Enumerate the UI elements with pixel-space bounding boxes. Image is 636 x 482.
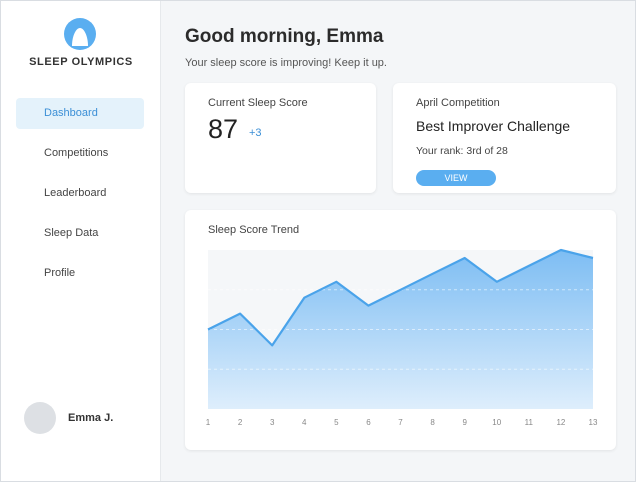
competition-rank: Your rank: 3rd of 28	[416, 145, 508, 157]
app-window: SLEEP OLYMPICS Dashboard Competitions Le…	[0, 0, 636, 482]
sidebar: SLEEP OLYMPICS Dashboard Competitions Le…	[1, 1, 161, 481]
score-delta: +3	[249, 127, 262, 139]
competition-title: Best Improver Challenge	[416, 118, 571, 134]
sidebar-item-leaderboard[interactable]: Leaderboard	[16, 178, 144, 209]
x-tick-label-1: 1	[206, 418, 211, 427]
x-tick-label-5: 5	[334, 418, 339, 427]
score-label: Current Sleep Score	[208, 97, 308, 109]
sidebar-item-sleep-data[interactable]: Sleep Data	[16, 218, 144, 249]
x-tick-label-8: 8	[430, 418, 435, 427]
page-subtitle: Your sleep score is improving! Keep it u…	[185, 57, 387, 69]
sidebar-item-dashboard[interactable]: Dashboard	[16, 98, 144, 129]
current-score-card: Current Sleep Score 87 +3	[185, 83, 376, 193]
competition-label: April Competition	[416, 97, 500, 109]
x-tick-label-11: 11	[525, 418, 534, 427]
x-tick-label-12: 12	[556, 418, 565, 427]
x-tick-label-9: 9	[462, 418, 467, 427]
view-button[interactable]: VIEW	[416, 170, 496, 186]
user-name: Emma J.	[68, 412, 114, 424]
score-value: 87	[208, 114, 239, 144]
x-tick-label-2: 2	[238, 418, 243, 427]
sidebar-nav: Dashboard Competitions Leaderboard Sleep…	[16, 98, 144, 298]
x-tick-label-13: 13	[589, 418, 598, 427]
sleep-trend-chart: 1 2 3 4 5 6 7 8 9 10 11 12 13	[206, 248, 598, 427]
sidebar-item-competitions[interactable]: Competitions	[16, 138, 144, 169]
avatar[interactable]	[24, 402, 56, 434]
x-tick-label-7: 7	[398, 418, 403, 427]
page-title: Good morning, Emma	[185, 26, 384, 47]
x-tick-label-10: 10	[492, 418, 501, 427]
brand-name: SLEEP OLYMPICS	[29, 56, 133, 68]
x-tick-label-4: 4	[302, 418, 307, 427]
x-tick-label-3: 3	[270, 418, 275, 427]
moon-logo-icon	[64, 18, 96, 50]
sleep-trend-card: Sleep Score Trend 1 2 3 4 5 6 7 8 9 10 11 12 13	[185, 210, 616, 450]
sidebar-item-profile[interactable]: Profile	[16, 258, 144, 289]
competition-card: April Competition Best Improver Challeng…	[393, 83, 616, 193]
x-tick-label-6: 6	[366, 418, 371, 427]
